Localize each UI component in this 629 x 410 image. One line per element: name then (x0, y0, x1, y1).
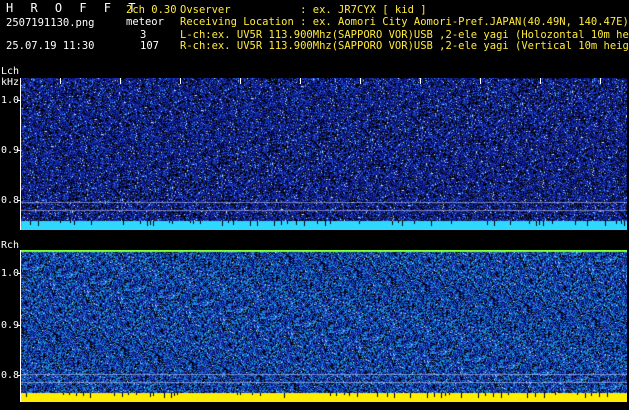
lch-xtick-marks (20, 78, 601, 84)
axis-overlay (17, 78, 601, 402)
